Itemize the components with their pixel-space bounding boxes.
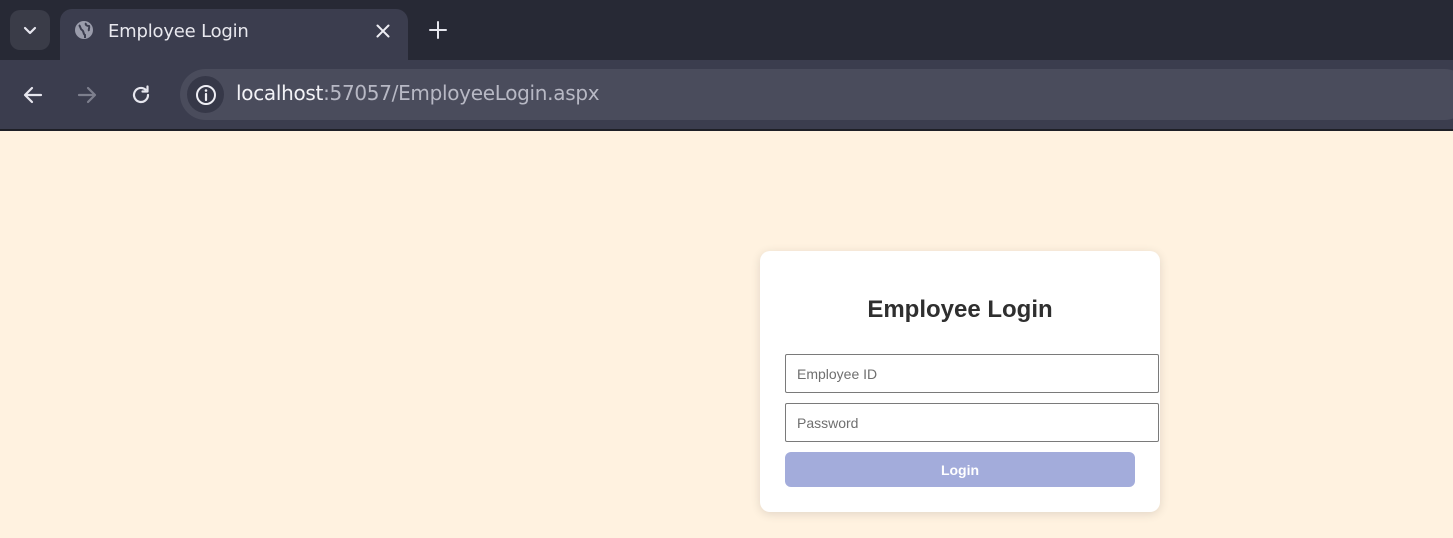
password-input[interactable] [785, 403, 1159, 442]
back-button[interactable] [18, 80, 48, 110]
globe-icon [75, 21, 93, 39]
browser-toolbar: localhost:57057/EmployeeLogin.aspx [0, 60, 1453, 130]
login-card: Employee Login Login [760, 251, 1160, 512]
forward-button[interactable] [72, 80, 102, 110]
tab-title: Employee Login [108, 21, 249, 42]
login-button[interactable]: Login [785, 452, 1135, 487]
reload-icon [132, 85, 150, 104]
url-host: localhost [236, 81, 324, 105]
close-icon [376, 24, 390, 38]
plus-icon [429, 21, 447, 39]
browser-tab-active[interactable]: Employee Login [60, 9, 408, 60]
info-icon [195, 84, 216, 105]
login-title: Employee Login [867, 296, 1053, 323]
tab-close-button[interactable] [373, 21, 393, 41]
employee-id-input[interactable] [785, 354, 1159, 393]
url-text: localhost:57057/EmployeeLogin.aspx [236, 81, 600, 105]
address-bar[interactable]: localhost:57057/EmployeeLogin.aspx [180, 69, 1453, 120]
url-path: :57057/EmployeeLogin.aspx [323, 81, 600, 105]
browser-tabstrip: Employee Login [0, 0, 1453, 60]
new-tab-button[interactable] [425, 17, 451, 43]
chevron-down-icon [23, 26, 37, 35]
back-arrow-icon [23, 86, 43, 104]
tab-search-button[interactable] [10, 10, 50, 50]
forward-arrow-icon [77, 86, 97, 104]
reload-button[interactable] [126, 80, 156, 110]
page-content: Employee Login Login [0, 131, 1453, 538]
site-info-button[interactable] [187, 76, 224, 113]
